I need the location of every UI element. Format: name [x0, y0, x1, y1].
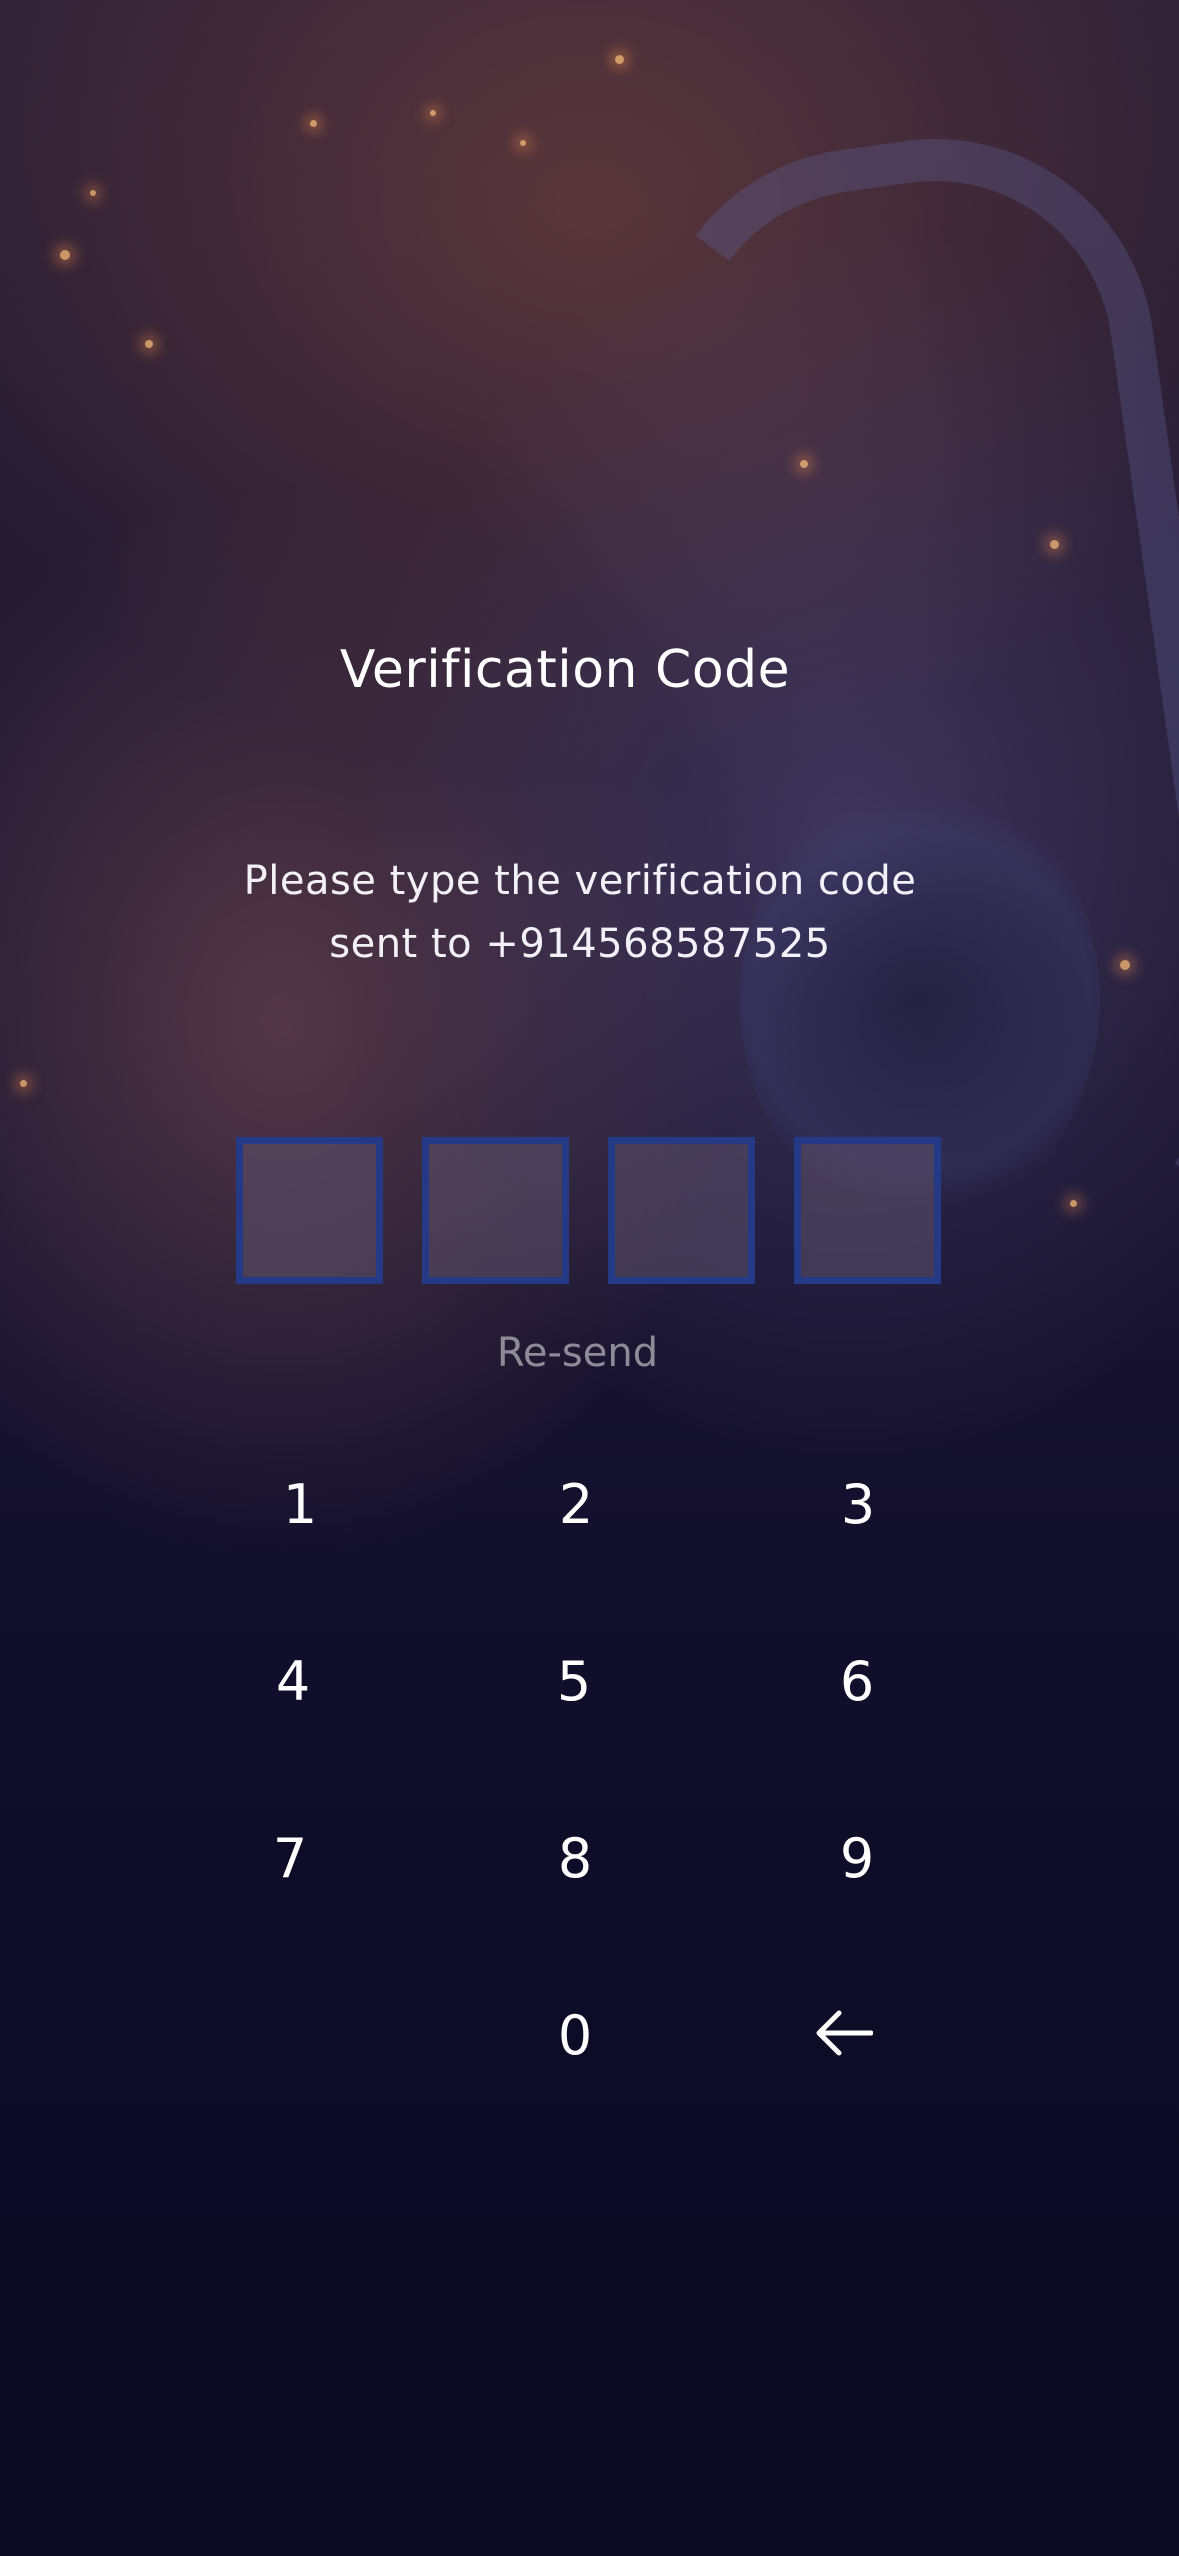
code-input-group — [236, 1137, 941, 1284]
key-9[interactable]: 9 — [767, 1784, 947, 1934]
page-title: Verification Code — [339, 640, 791, 700]
arrow-left-icon — [816, 2010, 874, 2056]
key-4[interactable]: 4 — [203, 1607, 383, 1757]
code-digit-4[interactable] — [794, 1137, 941, 1284]
code-digit-2[interactable] — [422, 1137, 569, 1284]
code-digit-1[interactable] — [236, 1137, 383, 1284]
key-6[interactable]: 6 — [767, 1607, 947, 1757]
instruction-text: Please type the verification code sent t… — [243, 858, 917, 967]
verification-screen: Verification Code Please type the verifi… — [0, 0, 1179, 2556]
key-5[interactable]: 5 — [484, 1607, 664, 1757]
resend-link[interactable]: Re-send — [0, 1330, 1155, 1376]
backspace-button[interactable] — [754, 1955, 934, 2105]
key-0[interactable]: 0 — [485, 1961, 665, 2111]
key-7[interactable]: 7 — [200, 1784, 380, 1934]
key-1[interactable]: 1 — [210, 1430, 390, 1580]
key-8[interactable]: 8 — [485, 1784, 665, 1934]
key-3[interactable]: 3 — [768, 1430, 948, 1580]
key-2[interactable]: 2 — [486, 1430, 666, 1580]
code-digit-3[interactable] — [608, 1137, 755, 1284]
